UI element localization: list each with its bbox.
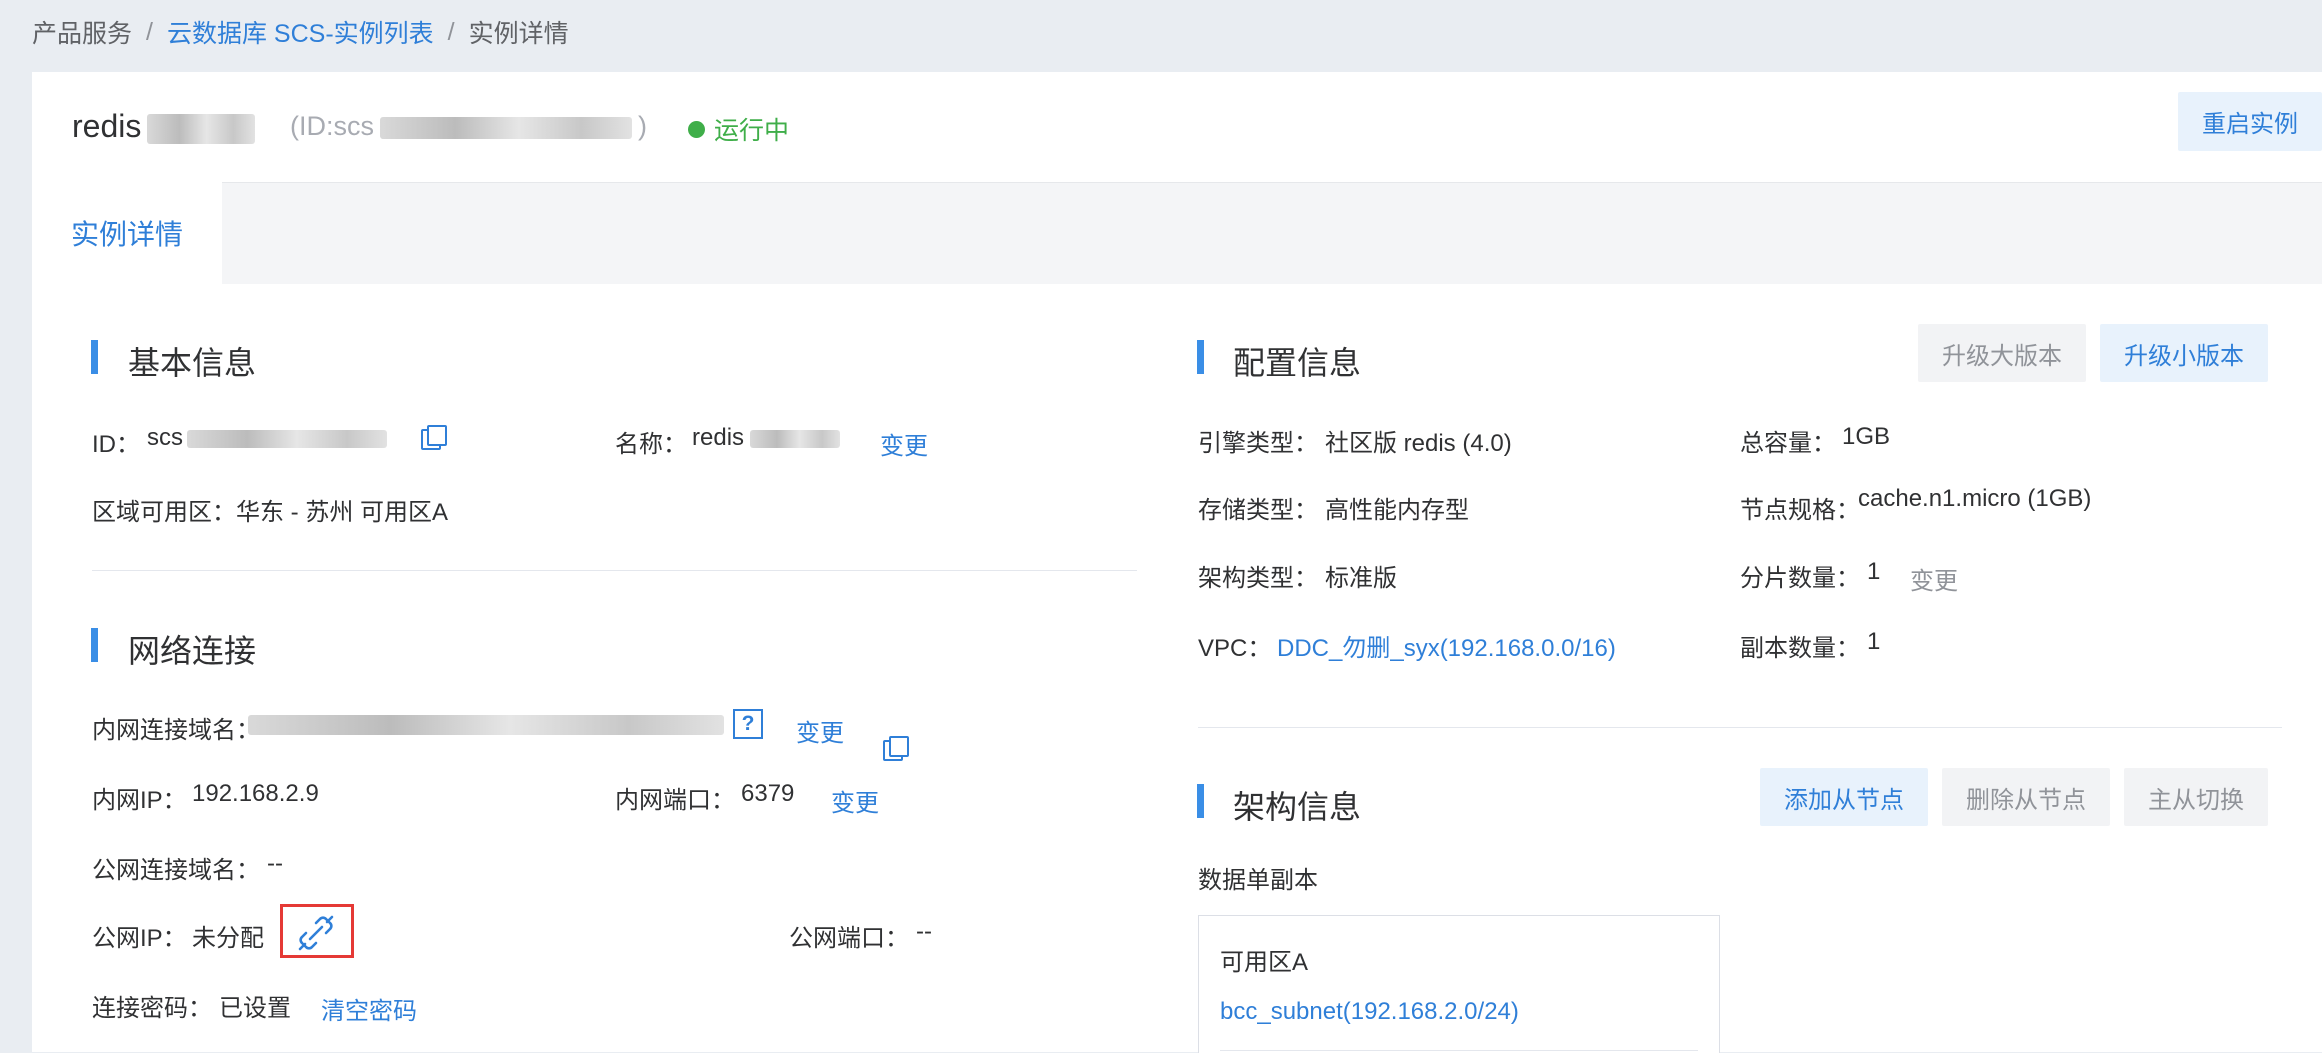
replica-count-value: 1 [1867,628,1881,655]
shard-count-value: 1 [1867,558,1881,585]
zone-label: 区域可用区： [92,499,236,526]
status-text: 运行中 [714,117,790,145]
shard-change-link[interactable]: 变更 [1910,561,1958,596]
engine-value: 社区版 redis (4.0) [1325,430,1512,457]
inner-ip-label: 内网IP： [92,787,187,814]
section-marker [1197,340,1204,374]
inner-ip-value: 192.168.2.9 [192,780,319,807]
instance-title: redis [72,108,256,145]
node-spec-label: 节点规格： [1740,497,1860,524]
upgrade-major-version-button[interactable]: 升级大版本 [1918,324,2086,382]
network-title: 网络连接 [128,633,257,669]
redacted-id-value [187,429,387,448]
section-divider [92,570,1137,571]
instance-id-prefix: (ID:scs [290,111,374,141]
clear-password-link[interactable]: 清空密码 [321,991,417,1026]
master-slave-switch-button[interactable]: 主从切换 [2124,768,2268,826]
breadcrumb-products: 产品服务 [32,20,133,48]
inner-domain-label: 内网连接域名： [92,717,260,744]
public-port-label: 公网端口： [789,925,909,952]
instance-id: (ID:scs) [290,111,647,142]
name-value-prefix: redis [692,424,745,451]
section-marker [91,628,98,662]
capacity-value: 1GB [1842,423,1891,450]
public-domain-label: 公网连接域名： [92,857,260,884]
delete-slave-node-button[interactable]: 删除从节点 [1942,768,2110,826]
copy-icon[interactable] [883,736,909,761]
name-label: 名称： [615,431,687,458]
id-value: scs [147,424,387,452]
config-info-title: 配置信息 [1233,345,1362,381]
password-label: 连接密码： [92,995,212,1022]
inner-domain-change-link[interactable]: 变更 [796,713,844,748]
breadcrumb-separator: / [447,17,455,46]
vpc-link[interactable]: DDC_勿删_syx(192.168.0.0/16) [1277,628,1616,663]
zone-value: 华东 - 苏州 可用区A [236,499,449,526]
section-marker [1197,784,1204,818]
public-domain-value: -- [267,850,283,877]
engine-label: 引擎类型： [1198,430,1318,457]
add-slave-node-button[interactable]: 添加从节点 [1760,768,1928,826]
availability-zone-name: 可用区A [1220,949,1309,976]
section-marker [91,340,98,374]
instance-name-prefix: redis [72,108,142,144]
public-ip-label: 公网IP： [92,925,187,952]
capacity-label: 总容量： [1740,430,1836,457]
arch-type-label: 架构类型： [1198,565,1318,592]
redacted-inner-domain [248,715,724,735]
storage-value: 高性能内存型 [1325,497,1469,524]
breadcrumb-separator: / [146,17,153,46]
basic-info-title: 基本信息 [128,345,257,381]
availability-zone-card [1198,915,1720,1053]
inner-port-value: 6379 [741,780,795,807]
storage-label: 存储类型： [1198,497,1318,524]
id-value-prefix: scs [147,424,183,451]
architecture-info-title: 架构信息 [1233,789,1362,825]
breadcrumb: 产品服务 / 云数据库 SCS-实例列表 / 实例详情 [32,14,569,50]
replica-count-label: 副本数量： [1740,635,1860,662]
instance-id-suffix: ) [638,111,647,141]
replica-mode-text: 数据单副本 [1198,867,1318,894]
breadcrumb-current: 实例详情 [468,20,569,48]
public-port-value: -- [916,918,932,945]
help-icon[interactable]: ? [733,709,763,739]
subnet-link[interactable]: bcc_subnet(192.168.2.0/24) [1220,998,1519,1026]
id-label: ID： [92,431,140,458]
name-change-link[interactable]: 变更 [880,426,928,461]
redacted-name [147,113,256,144]
name-value: redis [692,424,841,452]
upgrade-minor-version-button[interactable]: 升级小版本 [2100,324,2268,382]
arch-type-value: 标准版 [1325,565,1397,592]
redacted-name-value [750,429,841,448]
section-divider [1198,727,2282,728]
shard-count-label: 分片数量： [1740,565,1860,592]
restart-instance-button[interactable]: 重启实例 [2178,92,2322,151]
password-value: 已设置 [219,995,291,1022]
bind-eip-icon[interactable] [296,913,336,953]
breadcrumb-instance-list-link[interactable]: 云数据库 SCS-实例列表 [167,14,434,50]
public-ip-value: 未分配 [192,925,264,952]
inner-port-change-link[interactable]: 变更 [831,783,879,818]
status-dot-icon [688,120,705,138]
node-spec-value: cache.n1.micro (1GB) [1858,485,2092,512]
redacted-id [380,116,632,139]
inner-port-label: 内网端口： [615,787,735,814]
card-divider [1220,1050,1698,1051]
vpc-label: VPC： [1198,635,1272,662]
tab-bar [32,182,2322,285]
content-panel [32,284,2322,1052]
copy-icon[interactable] [421,425,447,450]
tab-instance-detail[interactable]: 实例详情 [32,182,222,284]
status-badge: 运行中 [688,111,789,147]
